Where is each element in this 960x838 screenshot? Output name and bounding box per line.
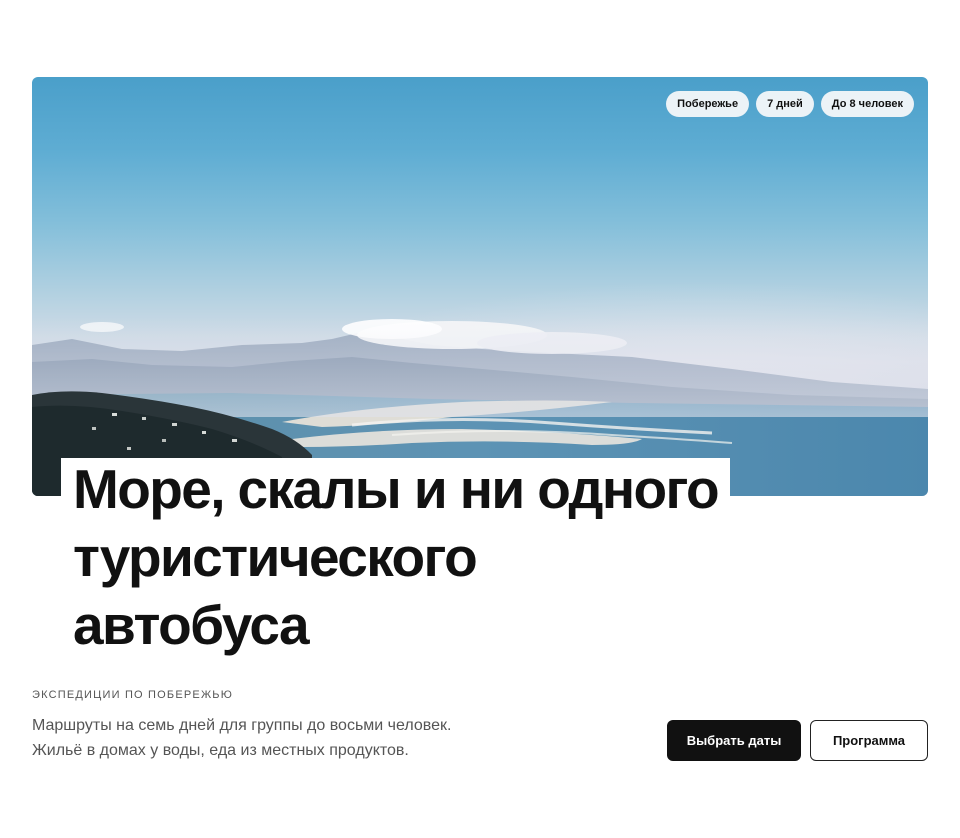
title-block: Море, скалы и ни одного туристического авт… — [61, 455, 821, 659]
hero-tags: Побережье 7 дней До 8 человек — [666, 91, 914, 117]
hero-image: Побережье 7 дней До 8 человек — [32, 77, 928, 496]
description-line-2: Жильё в домах у воды, еда из местных про… — [32, 742, 409, 759]
page: Побережье 7 дней До 8 человек Море, скал… — [0, 0, 960, 838]
page-title: Море, скалы и ни одного туристического авт… — [61, 455, 821, 659]
description-line-1: Маршруты на семь дней для группы до вось… — [32, 717, 452, 734]
tag-coast: Побережье — [666, 91, 750, 117]
tag-duration: 7 дней — [756, 91, 814, 117]
description: Маршруты на семь дней для группы до вось… — [32, 713, 592, 763]
program-button[interactable]: Программа — [810, 720, 928, 761]
page-title-line-2: туристического — [61, 526, 489, 588]
choose-dates-button[interactable]: Выбрать даты — [667, 720, 801, 761]
page-title-line-3: автобуса — [61, 594, 320, 656]
coastline-photo — [32, 227, 928, 496]
tag-group-size: До 8 человек — [820, 91, 914, 117]
page-title-line-1: Море, скалы и ни одного — [61, 458, 731, 520]
section-eyebrow: ЭКСПЕДИЦИИ ПО ПОБЕРЕЖЬЮ — [32, 689, 234, 701]
